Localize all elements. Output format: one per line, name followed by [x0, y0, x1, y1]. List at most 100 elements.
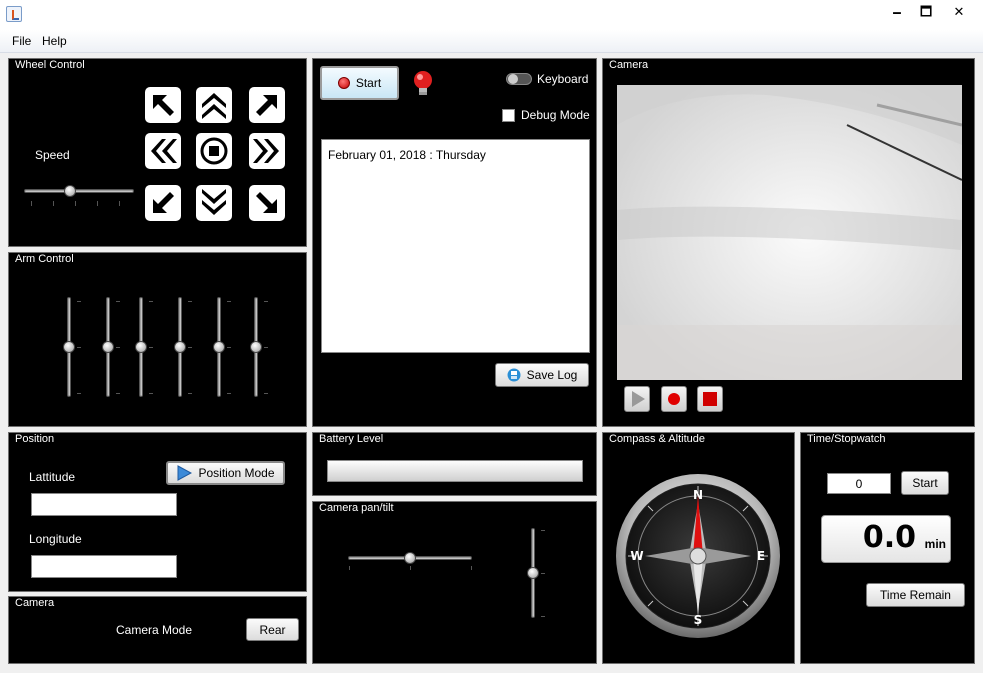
- play-triangle-icon: [177, 465, 193, 481]
- save-disk-icon: [507, 368, 521, 382]
- slider-tick: [77, 393, 81, 394]
- arm-joint-knob-6[interactable]: [250, 341, 262, 353]
- longitude-label: Longitude: [29, 532, 82, 546]
- slider-tick: [264, 347, 268, 348]
- wheel-control-title: Wheel Control: [15, 59, 85, 71]
- position-mode-label: Position Mode: [198, 466, 275, 480]
- double-chevron-up-icon: [202, 93, 226, 119]
- move-down-left-button[interactable]: [145, 185, 181, 221]
- maximize-button[interactable]: 🗖: [912, 2, 940, 22]
- keyboard-toggle[interactable]: [506, 73, 532, 85]
- arrow-up-right-icon: [256, 95, 277, 116]
- move-up-button[interactable]: [196, 87, 232, 123]
- slider-tick: [410, 566, 411, 570]
- slider-tick: [227, 347, 231, 348]
- slider-tick: [149, 393, 153, 394]
- rear-camera-button[interactable]: Rear: [246, 618, 299, 641]
- menu-help[interactable]: Help: [42, 34, 67, 48]
- move-left-button[interactable]: [145, 133, 181, 169]
- minimize-icon: 🗕: [892, 4, 902, 19]
- stop-square-icon: [703, 392, 717, 406]
- slider-tick: [188, 301, 192, 302]
- move-right-button[interactable]: [249, 133, 285, 169]
- slider-tick: [349, 566, 350, 570]
- slider-tick: [541, 573, 545, 574]
- latitude-field[interactable]: [31, 493, 177, 516]
- slider-tick: [75, 201, 76, 206]
- camera-view-panel: Camera: [602, 58, 975, 427]
- minimize-button[interactable]: 🗕: [883, 2, 911, 22]
- slider-tick: [188, 393, 192, 394]
- arm-joint-knob-4[interactable]: [174, 341, 186, 353]
- slider-tick: [53, 201, 54, 206]
- arrow-down-left-icon: [153, 192, 174, 213]
- stop-button[interactable]: [196, 133, 232, 169]
- arm-joint-knob-5[interactable]: [213, 341, 225, 353]
- time-remain-button[interactable]: Time Remain: [866, 583, 965, 607]
- stopwatch-display: 0.0 min: [821, 515, 951, 563]
- move-down-button[interactable]: [196, 185, 232, 221]
- wheel-control-panel: Wheel Control Speed: [8, 58, 307, 247]
- speed-label: Speed: [35, 148, 70, 162]
- pan-slider-knob[interactable]: [404, 552, 416, 564]
- slider-tick: [541, 530, 545, 531]
- compass-east-label: E: [757, 549, 765, 563]
- position-title: Position: [15, 433, 55, 445]
- slider-tick: [119, 201, 120, 206]
- camera-play-button[interactable]: [624, 386, 650, 412]
- battery-title: Battery Level: [319, 433, 384, 445]
- slider-tick: [116, 393, 120, 394]
- start-button-label: Start: [355, 76, 382, 90]
- lightbulb-icon: [414, 71, 432, 95]
- camera-record-button[interactable]: [661, 386, 687, 412]
- camera-feed-image: [617, 85, 962, 380]
- log-textarea[interactable]: February 01, 2018 : Thursday: [321, 139, 590, 353]
- close-icon: ✕: [953, 4, 965, 19]
- compass-icon: N S E W: [616, 474, 780, 638]
- longitude-field[interactable]: [31, 555, 177, 578]
- slider-tick: [116, 301, 120, 302]
- start-button[interactable]: Start: [320, 66, 399, 100]
- compass-north-label: N: [693, 488, 703, 502]
- menu-file[interactable]: File: [12, 34, 31, 48]
- compass-panel: Compass & Altitude N S E W: [602, 432, 795, 664]
- arm-joint-knob-1[interactable]: [63, 341, 75, 353]
- position-mode-button[interactable]: Position Mode: [166, 461, 285, 485]
- camera-mode-label: Camera Mode: [116, 623, 193, 637]
- keyboard-label: Keyboard: [537, 72, 589, 86]
- stopwatch-panel: Time/Stopwatch Start 0.0 min Time Remain: [800, 432, 975, 664]
- camera-stop-button[interactable]: [697, 386, 723, 412]
- debug-mode-checkbox[interactable]: [502, 109, 515, 122]
- battery-progress-bar: [327, 460, 583, 482]
- slider-tick: [31, 201, 32, 206]
- tilt-slider-knob[interactable]: [527, 567, 539, 579]
- move-up-left-button[interactable]: [145, 87, 181, 123]
- move-up-right-button[interactable]: [249, 87, 285, 123]
- arrow-down-right-icon: [256, 192, 277, 213]
- record-dot-icon: [337, 77, 350, 89]
- arm-joint-knob-3[interactable]: [135, 341, 147, 353]
- slider-tick: [97, 201, 98, 206]
- close-button[interactable]: ✕: [945, 2, 973, 22]
- slider-tick: [264, 301, 268, 302]
- stopwatch-minutes-field[interactable]: [827, 473, 891, 494]
- stopwatch-value: 0.0: [862, 520, 916, 555]
- stopwatch-title: Time/Stopwatch: [807, 433, 886, 445]
- speed-slider[interactable]: [24, 189, 134, 193]
- double-chevron-right-icon: [253, 139, 279, 163]
- slider-tick: [227, 301, 231, 302]
- arm-control-title: Arm Control: [15, 253, 74, 265]
- debug-mode-label: Debug Mode: [521, 108, 590, 122]
- record-icon: [668, 393, 680, 405]
- title-bar: 🗕 🗖 ✕: [0, 0, 983, 30]
- save-log-button[interactable]: Save Log: [495, 363, 589, 387]
- stopwatch-start-button[interactable]: Start: [901, 471, 949, 495]
- stop-circle-icon: [200, 137, 228, 165]
- arm-control-panel: Arm Control: [8, 252, 307, 427]
- arm-joint-knob-2[interactable]: [102, 341, 114, 353]
- slider-tick: [77, 301, 81, 302]
- speed-slider-knob[interactable]: [64, 185, 77, 197]
- battery-panel: Battery Level: [312, 432, 597, 496]
- move-down-right-button[interactable]: [249, 185, 285, 221]
- slider-tick: [77, 347, 81, 348]
